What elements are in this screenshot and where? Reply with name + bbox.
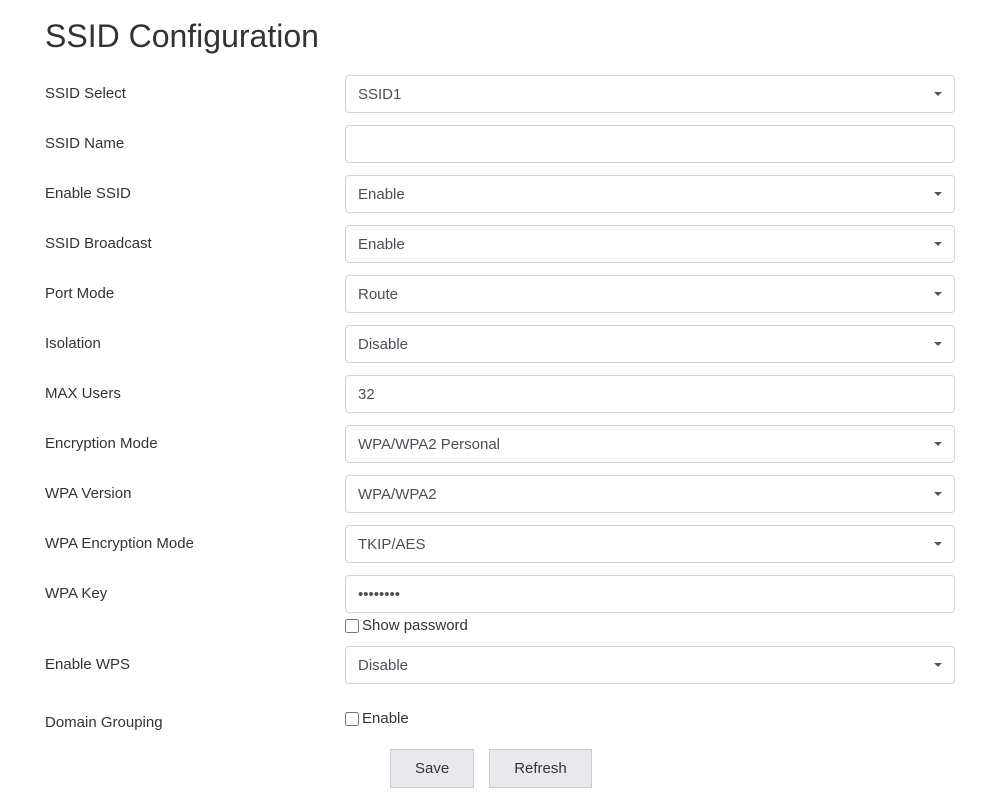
max-users-label: MAX Users bbox=[20, 375, 345, 402]
refresh-button[interactable]: Refresh bbox=[489, 749, 592, 788]
enable-ssid-select[interactable]: Enable bbox=[345, 175, 955, 213]
ssid-name-input[interactable] bbox=[345, 125, 955, 163]
isolation-label: Isolation bbox=[20, 325, 345, 352]
wpa-key-input[interactable] bbox=[345, 575, 955, 613]
encryption-mode-select[interactable]: WPA/WPA2 Personal bbox=[345, 425, 955, 463]
wpa-version-label: WPA Version bbox=[20, 475, 345, 502]
ssid-name-label: SSID Name bbox=[20, 125, 345, 152]
port-mode-select[interactable]: Route bbox=[345, 275, 955, 313]
wpa-encryption-mode-label: WPA Encryption Mode bbox=[20, 525, 345, 552]
domain-grouping-checkbox-label: Enable bbox=[362, 710, 409, 727]
enable-wps-label: Enable WPS bbox=[20, 646, 345, 673]
port-mode-label: Port Mode bbox=[20, 275, 345, 302]
wpa-key-label: WPA Key bbox=[20, 575, 345, 602]
ssid-select[interactable]: SSID1 bbox=[345, 75, 955, 113]
wpa-version-select[interactable]: WPA/WPA2 bbox=[345, 475, 955, 513]
show-password-checkbox[interactable] bbox=[345, 619, 359, 633]
ssid-select-label: SSID Select bbox=[20, 75, 345, 102]
save-button[interactable]: Save bbox=[390, 749, 474, 788]
enable-wps-select[interactable]: Disable bbox=[345, 646, 955, 684]
page-title: SSID Configuration bbox=[45, 18, 990, 55]
show-password-label: Show password bbox=[362, 617, 468, 634]
wpa-encryption-mode-select[interactable]: TKIP/AES bbox=[345, 525, 955, 563]
domain-grouping-checkbox[interactable] bbox=[345, 712, 359, 726]
domain-grouping-label: Domain Grouping bbox=[20, 704, 345, 731]
ssid-broadcast-label: SSID Broadcast bbox=[20, 225, 345, 252]
ssid-broadcast-select[interactable]: Enable bbox=[345, 225, 955, 263]
isolation-select[interactable]: Disable bbox=[345, 325, 955, 363]
enable-ssid-label: Enable SSID bbox=[20, 175, 345, 202]
max-users-input[interactable] bbox=[345, 375, 955, 413]
encryption-mode-label: Encryption Mode bbox=[20, 425, 345, 452]
